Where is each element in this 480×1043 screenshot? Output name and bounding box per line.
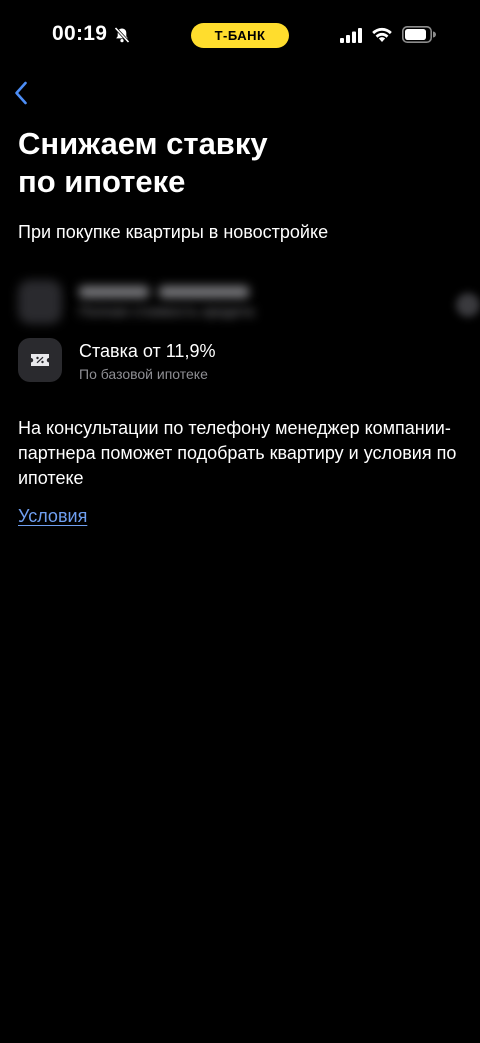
- feature-caption-credit-cost: Полная стоимость кредита: [79, 303, 254, 319]
- bell-off-icon: [114, 26, 130, 44]
- status-bar: 00:19 Т-БАНК: [0, 0, 480, 70]
- page-title: Снижаем ставку по ипотеке: [18, 126, 268, 199]
- blurred-info-dot: [456, 293, 480, 317]
- back-button[interactable]: [6, 78, 36, 108]
- page-subtitle: При покупке квартиры в новостройке: [18, 222, 329, 242]
- consultation-description: На консультации по телефону менеджер ком…: [18, 418, 457, 488]
- feature-row-credit-cost: Полная стоимость кредита: [18, 280, 480, 330]
- battery-icon: [402, 26, 436, 43]
- chevron-left-icon: [15, 81, 27, 105]
- conditions-link[interactable]: Условия: [18, 504, 87, 528]
- percent-tile: [18, 338, 62, 382]
- blurred-title-placeholder: [79, 286, 249, 298]
- status-time: 00:19: [52, 22, 108, 45]
- signal-icon: [340, 28, 362, 43]
- feature-caption-rate: По базовой ипотеке: [79, 366, 208, 382]
- blurred-icon: [18, 280, 62, 324]
- wifi-icon: [372, 27, 392, 42]
- percent-ticket-icon: [31, 354, 49, 366]
- feature-title-rate: Ставка от 11,9%: [79, 341, 216, 361]
- bank-pill[interactable]: Т-БАНК: [191, 23, 289, 48]
- feature-row-rate: Ставка от 11,9% По базовой ипотеке: [18, 338, 458, 388]
